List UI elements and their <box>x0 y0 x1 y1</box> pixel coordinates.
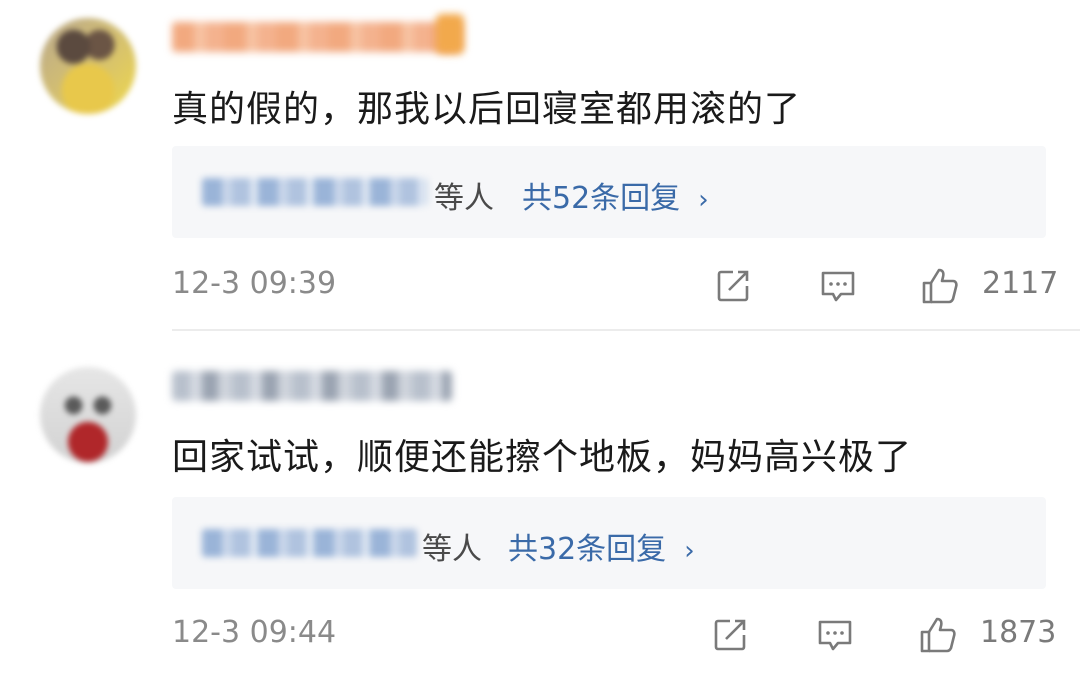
reply-count-link[interactable]: 共32条回复 › <box>508 524 695 568</box>
comment-text: 回家试试，顺便还能擦个地板，妈妈高兴极了 <box>172 437 913 478</box>
replies-preview[interactable]: 等人 共52条回复 › <box>172 146 1046 238</box>
comment-icon[interactable] <box>815 615 855 655</box>
comment-item-1: 真的假的，那我以后回寝室都用滚的了 等人 共52条回复 › 12-3 09:39 … <box>0 0 1080 330</box>
comment-icon[interactable] <box>818 266 858 306</box>
chevron-right-icon: › <box>698 185 709 215</box>
thumbs-up-icon[interactable] <box>920 266 960 306</box>
avatar[interactable] <box>40 367 136 463</box>
comment-item-2: 回家试试，顺便还能擦个地板，妈妈高兴极了 等人 共32条回复 › 12-3 09:… <box>0 331 1080 675</box>
vip-badge <box>436 14 464 54</box>
reply-people-label: 等人 <box>422 532 482 567</box>
share-icon[interactable] <box>713 266 753 306</box>
username-blurred[interactable] <box>172 371 452 401</box>
reply-people-label: 等人 <box>434 181 494 216</box>
timestamp: 12-3 09:44 <box>172 615 337 650</box>
chevron-right-icon: › <box>684 536 695 566</box>
like-count: 2117 <box>982 266 1059 301</box>
username-blurred[interactable] <box>172 22 462 52</box>
timestamp: 12-3 09:39 <box>172 266 337 301</box>
share-icon[interactable] <box>710 615 750 655</box>
reply-usernames-blurred <box>202 178 427 206</box>
reply-count-link[interactable]: 共52条回复 › <box>522 173 709 217</box>
avatar[interactable] <box>40 18 136 114</box>
comment-text: 真的假的，那我以后回寝室都用滚的了 <box>172 89 802 130</box>
replies-preview[interactable]: 等人 共32条回复 › <box>172 497 1046 589</box>
thumbs-up-icon[interactable] <box>918 615 958 655</box>
like-count: 1873 <box>980 615 1057 650</box>
reply-usernames-blurred <box>202 529 417 557</box>
